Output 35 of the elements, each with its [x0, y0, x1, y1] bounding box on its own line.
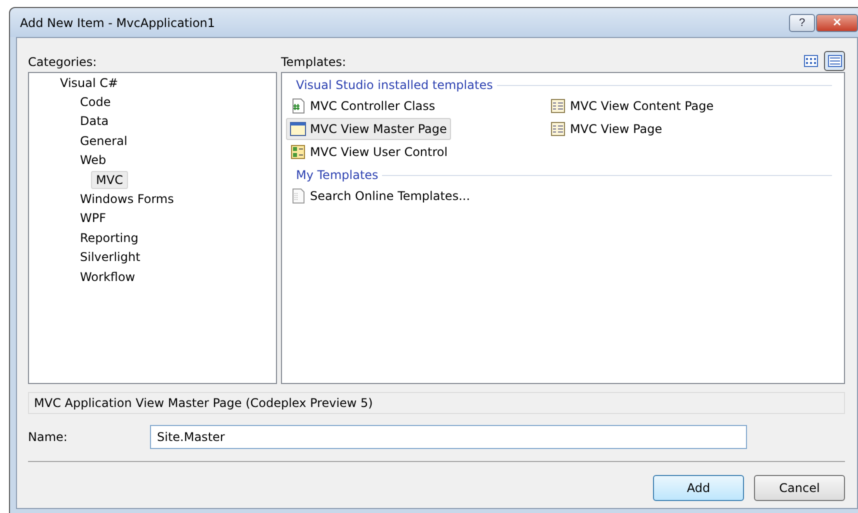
template-item[interactable]: MVC Controller Class: [286, 95, 440, 117]
category-item[interactable]: Silverlight: [75, 248, 146, 266]
description-bar: MVC Application View Master Page (Codeplex Preview 5): [28, 392, 845, 414]
csharp-file-icon: [290, 98, 306, 114]
list-view-button[interactable]: [824, 51, 845, 71]
category-item[interactable]: WPF: [75, 209, 112, 228]
category-item[interactable]: Code: [75, 93, 116, 112]
cancel-button[interactable]: Cancel: [754, 475, 845, 501]
page-icon: [550, 121, 566, 137]
document-icon: [290, 188, 306, 204]
templates-label: Templates:: [281, 54, 346, 71]
template-item[interactable]: MVC View Master Page: [286, 118, 451, 140]
category-item[interactable]: Visual C#: [55, 74, 124, 92]
category-item[interactable]: General: [75, 132, 132, 150]
page-icon: [550, 98, 566, 114]
window-title: Add New Item - MvcApplication1: [20, 16, 216, 30]
group-heading: My Templates: [296, 168, 378, 182]
categories-label: Categories:: [28, 54, 98, 71]
category-item[interactable]: MVC: [91, 170, 128, 189]
help-button[interactable]: ?: [789, 14, 815, 32]
category-item[interactable]: Workflow: [75, 268, 140, 286]
add-button[interactable]: Add: [653, 475, 744, 501]
template-item[interactable]: MVC View Content Page: [546, 95, 718, 117]
group-heading: Visual Studio installed templates: [296, 78, 493, 92]
control-icon: [290, 144, 306, 160]
category-item[interactable]: Windows Forms: [75, 190, 179, 208]
window-icon: [290, 121, 306, 137]
template-item[interactable]: MVC View Page: [546, 118, 666, 140]
template-item[interactable]: MVC View User Control: [286, 141, 452, 163]
template-item[interactable]: Search Online Templates...: [286, 185, 474, 207]
name-label: Name:: [28, 430, 68, 444]
category-item[interactable]: Web: [75, 151, 112, 170]
category-item[interactable]: Reporting: [75, 228, 144, 247]
name-field[interactable]: Site.Master: [150, 425, 747, 449]
category-item[interactable]: Data: [75, 112, 114, 130]
